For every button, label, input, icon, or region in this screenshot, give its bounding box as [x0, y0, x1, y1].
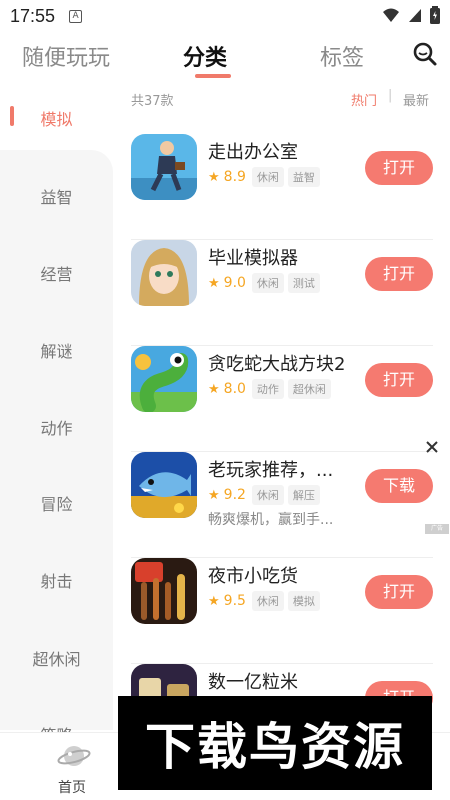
game-rating: 8.0: [223, 381, 246, 397]
game-tag: 模拟: [287, 591, 320, 611]
game-rating: 9.5: [223, 593, 246, 609]
notification-icon: A: [69, 9, 83, 23]
sort-newest-button[interactable]: 最新: [403, 90, 429, 109]
game-name: 贪吃蛇大战方块2: [208, 354, 346, 375]
close-icon[interactable]: [423, 438, 441, 456]
star-icon: ★: [208, 593, 220, 609]
ad-mark: 广告: [425, 524, 449, 534]
sidebar-item-simulation[interactable]: 模拟: [0, 106, 113, 130]
star-icon: ★: [208, 275, 220, 291]
game-tag: 测试: [287, 273, 320, 293]
wifi-icon: [383, 8, 399, 22]
game-rating: 8.9: [223, 169, 246, 185]
sidebar-item-management[interactable]: 经营: [0, 261, 113, 285]
sidebar-item-puzzle[interactable]: 益智: [0, 184, 113, 208]
game-tag: 超休闲: [287, 379, 331, 399]
game-name: 走出办公室: [208, 142, 298, 163]
game-list-panel: 共37款 热门 | 最新 走出办公室 ★ 8.9 休闲 益智 打开 毕业模拟器 …: [113, 82, 450, 732]
watermark-text: 下载鸟资源: [145, 718, 405, 776]
battery-icon: [430, 6, 440, 24]
search-icon[interactable]: [412, 41, 438, 67]
rating-row: ★ 9.5 休闲 模拟: [208, 591, 324, 611]
game-tag: 解压: [287, 485, 320, 505]
game-tag: 休闲: [251, 273, 284, 293]
open-button[interactable]: 打开: [365, 257, 433, 291]
game-tag: 动作: [251, 379, 284, 399]
fish-game-icon: [131, 452, 197, 518]
open-button[interactable]: 打开: [365, 363, 433, 397]
rating-row: ★ 8.9 休闲 益智: [208, 167, 324, 187]
game-description: 畅爽爆机，赢到手...: [208, 512, 334, 528]
game-name: 数一亿粒米: [208, 672, 298, 693]
watermark-banner: 下载鸟资源: [118, 696, 432, 790]
office-runner-icon: [131, 134, 197, 200]
download-button[interactable]: 下载: [365, 469, 433, 503]
sidebar-item-hyper-casual[interactable]: 超休闲: [0, 646, 113, 670]
anime-girl-icon: [131, 240, 197, 306]
sort-separator: |: [388, 88, 393, 103]
status-icons: [382, 6, 440, 24]
sidebar-item-shooting[interactable]: 射击: [0, 568, 113, 592]
star-icon: ★: [208, 487, 220, 503]
nav-home-label[interactable]: 首页: [58, 777, 86, 797]
star-icon: ★: [208, 381, 220, 397]
status-bar: 17:55 A: [0, 0, 450, 32]
signal-icon: [409, 9, 421, 22]
open-button[interactable]: 打开: [365, 575, 433, 609]
game-tag: 休闲: [251, 591, 284, 611]
tab-tags[interactable]: 标签: [320, 40, 364, 72]
game-count: 共37款: [131, 94, 174, 109]
status-time: 17:55: [10, 5, 56, 26]
sidebar-item-adventure[interactable]: 冒险: [0, 491, 113, 515]
game-name: 夜市小吃货: [208, 566, 298, 587]
list-item[interactable]: 夜市小吃货 ★ 9.5 休闲 模拟 打开: [131, 558, 433, 664]
tab-category[interactable]: 分类: [183, 40, 227, 72]
open-button[interactable]: 打开: [365, 151, 433, 185]
list-item[interactable]: 走出办公室 ★ 8.9 休闲 益智 打开: [131, 134, 433, 240]
tab-random-play[interactable]: 随便玩玩: [22, 40, 110, 72]
top-nav: 随便玩玩 分类 标签: [0, 32, 450, 82]
planet-icon[interactable]: [57, 739, 91, 773]
list-item[interactable]: 毕业模拟器 ★ 9.0 休闲 测试 打开: [131, 240, 433, 346]
rating-row: ★ 8.0 动作 超休闲: [208, 379, 335, 399]
snake-icon: [131, 346, 197, 412]
rating-row: ★ 9.2 休闲 解压: [208, 485, 324, 505]
game-tag: 休闲: [251, 167, 284, 187]
active-tab-indicator: [195, 74, 231, 78]
game-name: 毕业模拟器: [208, 248, 298, 269]
ad-list-item[interactable]: 老玩家推荐，... ★ 9.2 休闲 解压 畅爽爆机，赢到手... 下载: [131, 452, 433, 558]
category-sidebar: 模拟 益智 经营 解谜 动作 冒险 射击 超休闲 策略: [0, 90, 113, 745]
game-tag: 益智: [287, 167, 320, 187]
star-icon: ★: [208, 169, 220, 185]
sidebar-item-mystery[interactable]: 解谜: [0, 338, 113, 362]
sidebar-item-action[interactable]: 动作: [0, 415, 113, 439]
game-rating: 9.2: [223, 487, 246, 503]
game-tag: 休闲: [251, 485, 284, 505]
game-rating: 9.0: [223, 275, 246, 291]
list-item[interactable]: 贪吃蛇大战方块2 ★ 8.0 动作 超休闲 打开: [131, 346, 433, 452]
night-market-icon: [131, 558, 197, 624]
sort-hot-button[interactable]: 热门: [351, 90, 377, 109]
rating-row: ★ 9.0 休闲 测试: [208, 273, 324, 293]
game-name: 老玩家推荐，...: [208, 460, 334, 481]
